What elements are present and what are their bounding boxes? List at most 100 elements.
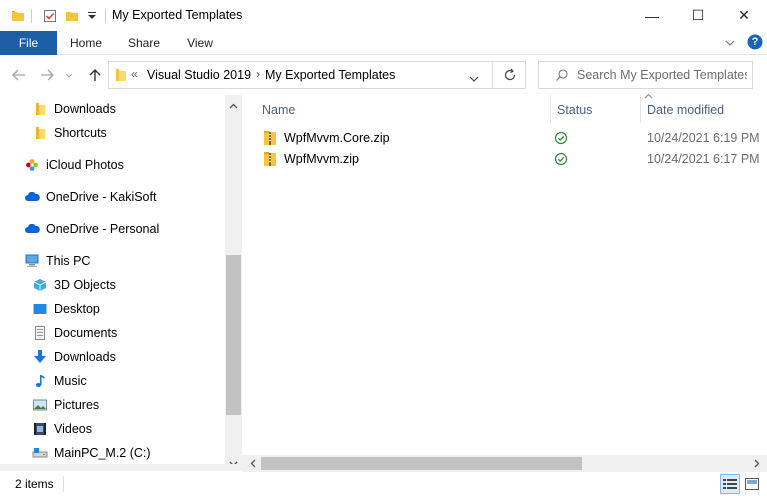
refresh-icon[interactable] (503, 68, 517, 85)
search-input[interactable] (577, 67, 747, 83)
file-date-modified: 10/24/2021 6:19 PM (647, 131, 760, 145)
search-icon (555, 68, 569, 85)
music-note-icon (32, 373, 48, 389)
onedrive-icon (24, 189, 40, 205)
column-divider[interactable] (640, 95, 641, 123)
close-button[interactable]: ✕ (721, 0, 767, 31)
expand-ribbon-icon[interactable] (722, 35, 738, 51)
tab-view[interactable]: View (176, 31, 224, 55)
maximize-button[interactable]: ☐ (675, 0, 721, 31)
quick-access-dropdown-icon[interactable] (86, 8, 98, 24)
title-bar: My Exported Templates — ☐ ✕ (0, 0, 767, 31)
nav-item-music[interactable]: Music (32, 370, 87, 392)
synced-check-icon (554, 152, 568, 169)
pictures-icon (32, 397, 48, 413)
navigation-pane-scrollbar[interactable] (225, 95, 242, 471)
window-title: My Exported Templates (112, 8, 243, 22)
scroll-up-icon[interactable] (225, 97, 242, 114)
back-arrow-icon[interactable] (8, 66, 30, 84)
recent-locations-chevron-icon[interactable] (62, 66, 76, 84)
documents-icon (32, 325, 48, 341)
nav-item-label: Music (54, 374, 87, 388)
drive-icon (32, 445, 48, 461)
breadcrumb-overflow[interactable]: « (131, 67, 138, 81)
folder-icon[interactable] (10, 8, 26, 24)
nav-item-downloads[interactable]: Downloads (32, 346, 116, 368)
ribbon-tabs: File Home Share View ? (0, 31, 767, 55)
breadcrumb-visual-studio-2019[interactable]: Visual Studio 2019 (147, 68, 251, 82)
properties-icon[interactable] (42, 8, 58, 24)
title-divider (30, 8, 34, 24)
help-glyph: ? (751, 36, 759, 48)
navigation-pane: Downloads Shortcuts iCloud Photos OneDri… (0, 95, 242, 471)
nav-item-label: MainPC_M.2 (C:) (54, 446, 151, 460)
folder-icon (32, 125, 48, 141)
navigation-pane-bottom-strip (0, 464, 242, 471)
column-header-status[interactable]: Status (557, 103, 592, 117)
column-header-date-modified[interactable]: Date modified (647, 103, 724, 117)
address-bar[interactable]: « Visual Studio 2019 › My Exported Templ… (108, 61, 526, 89)
column-divider[interactable] (550, 95, 551, 123)
nav-item-label: OneDrive - KakiSoft (46, 190, 157, 204)
new-folder-icon[interactable] (64, 8, 80, 24)
computer-icon (24, 253, 40, 269)
icloud-photos-icon (24, 157, 40, 173)
nav-item-label: Shortcuts (54, 126, 107, 140)
nav-item-label: Desktop (54, 302, 100, 316)
search-box[interactable] (538, 61, 753, 89)
nav-item-desktop[interactable]: Desktop (32, 298, 100, 320)
status-divider (63, 476, 64, 492)
forward-arrow-icon[interactable] (36, 66, 58, 84)
nav-item-label: iCloud Photos (46, 158, 124, 172)
nav-item-label: Videos (54, 422, 92, 436)
nav-item-label: Documents (54, 326, 118, 340)
up-arrow-icon[interactable] (84, 66, 106, 84)
column-header-name[interactable]: Name (262, 103, 295, 117)
nav-item-this-pc[interactable]: This PC (24, 250, 90, 272)
details-view-button[interactable] (720, 474, 740, 494)
scroll-right-icon[interactable] (748, 455, 765, 472)
cube-icon (32, 277, 48, 293)
folder-icon (32, 101, 48, 117)
help-icon[interactable]: ? (746, 34, 764, 50)
scroll-left-icon[interactable] (244, 455, 261, 472)
nav-item-label: Pictures (54, 398, 100, 412)
nav-item-label: OneDrive - Personal (46, 222, 160, 236)
file-row[interactable]: WpfMvvm.Core.zip 10/24/2021 6:19 PM (260, 128, 765, 149)
address-dropdown-icon[interactable] (469, 71, 479, 85)
minimize-button[interactable]: — (629, 0, 675, 31)
item-count: 2 items (15, 477, 54, 491)
nav-item-main-drive[interactable]: MainPC_M.2 (C:) (32, 442, 151, 464)
synced-check-icon (554, 131, 568, 148)
nav-item-icloud-photos[interactable]: iCloud Photos (24, 154, 124, 176)
nav-item-onedrive-personal[interactable]: OneDrive - Personal (24, 218, 159, 240)
videos-icon (32, 421, 48, 437)
status-bar: 2 items (0, 472, 767, 496)
scrollbar-thumb[interactable] (261, 457, 582, 470)
download-arrow-icon (32, 349, 48, 365)
file-name: WpfMvvm.Core.zip (284, 131, 390, 145)
sort-up-icon (644, 91, 653, 101)
scrollbar-thumb[interactable] (226, 255, 241, 415)
file-list: Name Status Date modified WpfMvvm.Core.z… (246, 93, 767, 471)
tab-share[interactable]: Share (120, 31, 168, 55)
nav-item-pictures[interactable]: Pictures (32, 394, 99, 416)
tab-file[interactable]: File (0, 31, 57, 55)
file-row[interactable]: WpfMvvm.zip 10/24/2021 6:17 PM (260, 149, 765, 170)
nav-item-onedrive-kakisoft[interactable]: OneDrive - KakiSoft (24, 186, 156, 208)
large-icons-view-button[interactable] (742, 474, 762, 494)
breadcrumb-separator[interactable]: › (256, 67, 260, 81)
nav-item-shortcuts[interactable]: Shortcuts (32, 122, 107, 144)
zip-folder-icon (263, 130, 277, 149)
nav-item-videos[interactable]: Videos (32, 418, 92, 440)
file-name: WpfMvvm.zip (284, 152, 359, 166)
nav-item-downloads-quick[interactable]: Downloads (32, 98, 116, 120)
nav-item-label: This PC (46, 254, 91, 268)
tab-home[interactable]: Home (62, 31, 110, 55)
nav-item-3d-objects[interactable]: 3D Objects (32, 274, 116, 296)
onedrive-icon (24, 221, 40, 237)
nav-item-label: Downloads (54, 350, 116, 364)
breadcrumb-my-exported-templates[interactable]: My Exported Templates (265, 68, 395, 82)
nav-item-documents[interactable]: Documents (32, 322, 117, 344)
file-list-horizontal-scrollbar[interactable] (242, 455, 767, 472)
